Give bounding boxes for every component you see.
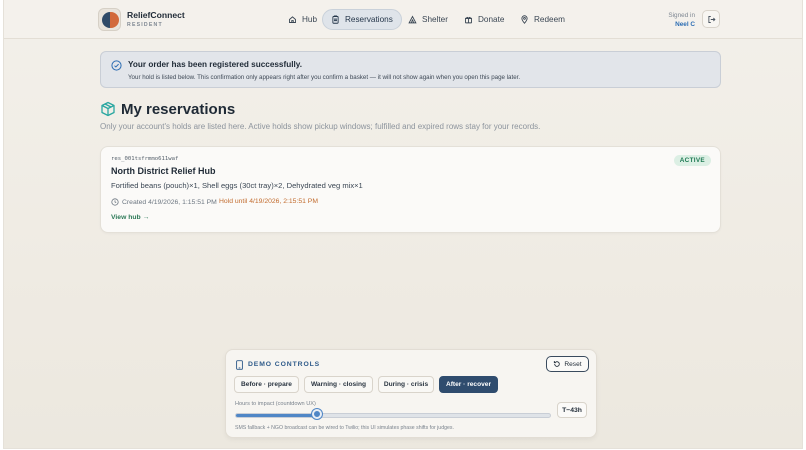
demo-footer-note: SMS fallback + NGO broadcast can be wire… <box>235 425 454 431</box>
nav-reservations[interactable]: Reservations <box>322 9 402 30</box>
nav-shelter-label: Shelter <box>422 15 448 24</box>
logout-button[interactable] <box>702 10 720 28</box>
status-badge: ACTIVE <box>673 155 711 166</box>
box-icon <box>101 101 115 117</box>
reset-button[interactable]: Reset <box>546 356 589 372</box>
reset-label: Reset <box>564 360 582 368</box>
hours-slider-track[interactable] <box>235 413 551 418</box>
nav-reservations-label: Reservations <box>345 15 393 24</box>
nav-hub-label: Hub <box>302 15 318 24</box>
reset-icon <box>554 361 561 367</box>
phase-during-button[interactable]: During · crisis <box>378 376 434 393</box>
clock-icon <box>111 198 119 206</box>
signed-in-label: Signed in <box>668 12 695 19</box>
slider-label: Hours to impact (countdown UX) <box>235 401 316 407</box>
clipboard-icon <box>332 15 339 24</box>
top-nav-bar: ReliefConnect RESIDENT Hub Reservations … <box>4 0 802 39</box>
nav-donate[interactable]: Donate <box>456 9 512 30</box>
success-notice: Your order has been registered successfu… <box>100 51 721 88</box>
brand-name: ReliefConnect <box>127 10 185 20</box>
account-status: Signed in Neel C <box>668 11 695 29</box>
gift-icon <box>465 16 472 24</box>
phase-after-button[interactable]: After · recover <box>439 376 498 393</box>
brand-role: RESIDENT <box>127 22 163 28</box>
created-time-text: Created 4/19/2026, 1:15:51 PM <box>122 198 217 206</box>
reserved-items: Fortified beans (pouch)×1, Shell eggs (3… <box>111 181 363 190</box>
notice-body: Your hold is listed below. This confirma… <box>128 74 521 81</box>
nav-redeem[interactable]: Redeem <box>512 9 573 30</box>
map-pin-icon <box>521 15 528 24</box>
phone-icon <box>236 360 243 370</box>
page-subtitle: Only your account's holds are listed her… <box>100 122 541 131</box>
view-hub-link[interactable]: View hub → <box>111 214 149 221</box>
nav-redeem-label: Redeem <box>534 15 565 24</box>
hold-until: Hold until 4/19/2026, 2:15:51 PM <box>219 198 318 205</box>
created-time: Created 4/19/2026, 1:15:51 PM <box>111 198 217 206</box>
brand-logo[interactable] <box>98 8 121 31</box>
reservation-card: res_001tsfrmmo611waf ACTIVE North Distri… <box>100 146 721 233</box>
tent-icon <box>408 15 417 24</box>
nav-hub[interactable]: Hub <box>280 9 325 30</box>
account-username: Neel C <box>675 21 695 28</box>
phase-warning-button[interactable]: Warning · closing <box>304 376 373 393</box>
hours-slider-fill <box>236 414 318 417</box>
reservation-id: res_001tsfrmmo611waf <box>111 156 179 162</box>
home-icon <box>289 16 296 23</box>
nav-shelter[interactable]: Shelter <box>400 9 456 30</box>
slider-value: T−43h <box>557 402 587 418</box>
demo-controls-title: DEMO CONTROLS <box>248 361 321 368</box>
logout-icon <box>707 15 716 23</box>
demo-controls-panel: DEMO CONTROLS Reset Before · prepare War… <box>225 349 597 438</box>
hub-name: North District Relief Hub <box>111 166 216 176</box>
app-frame: ReliefConnect RESIDENT Hub Reservations … <box>3 0 803 449</box>
phase-before-button[interactable]: Before · prepare <box>234 376 299 393</box>
check-circle-icon <box>111 60 122 71</box>
page-title: My reservations <box>121 101 236 118</box>
notice-title: Your order has been registered successfu… <box>128 60 302 69</box>
nav-donate-label: Donate <box>478 15 505 24</box>
